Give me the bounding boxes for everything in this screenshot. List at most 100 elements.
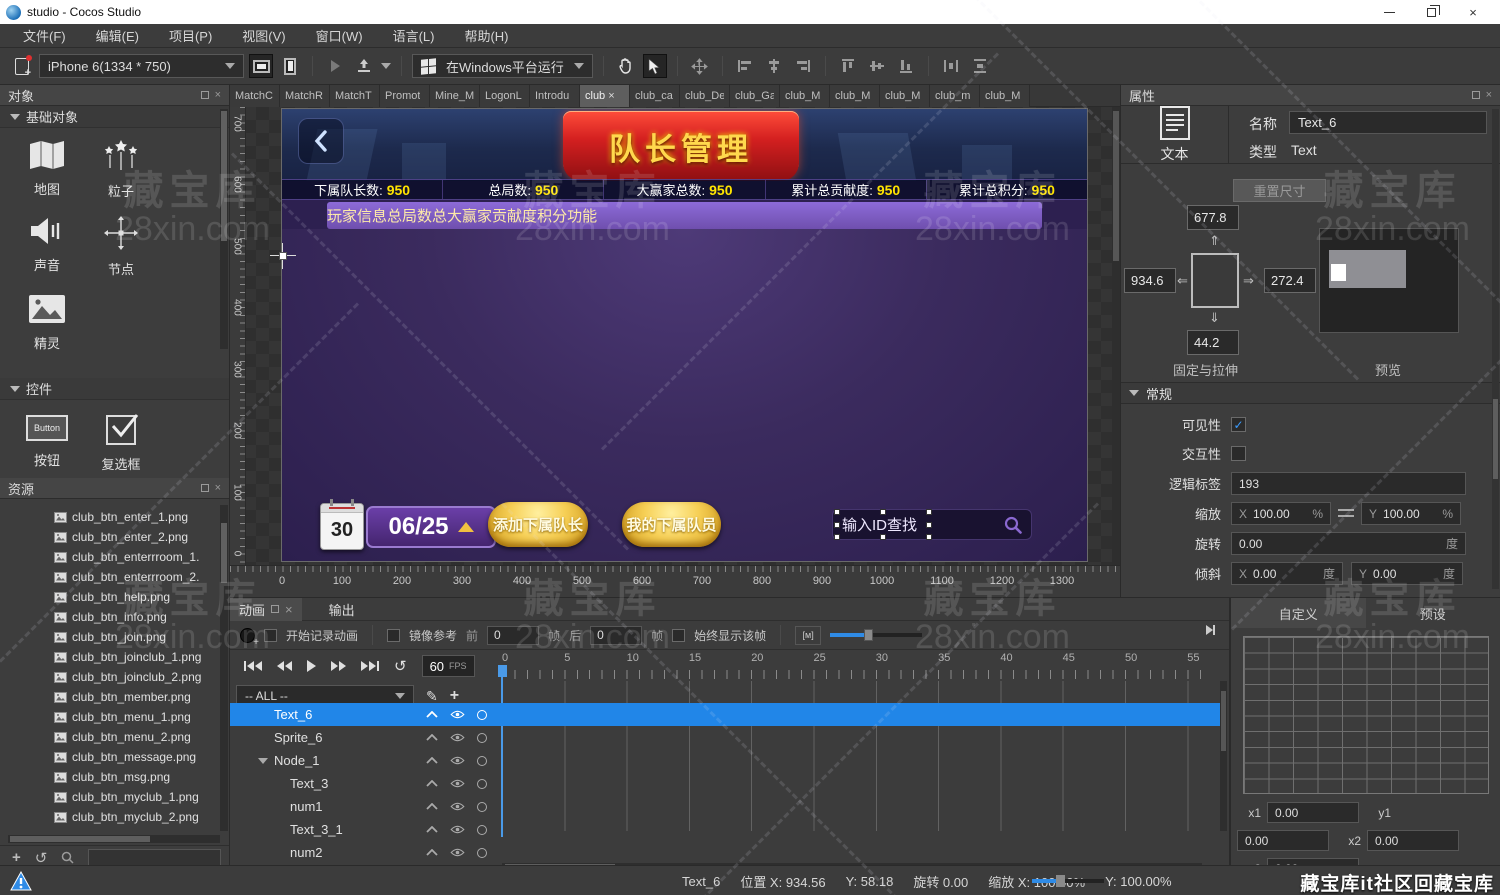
- menu-item[interactable]: 窗口(W): [301, 24, 378, 48]
- eye-icon[interactable]: [450, 779, 465, 788]
- frame-ruler[interactable]: 0510152025303540455055: [500, 651, 1216, 681]
- resource-item[interactable]: club_btn_joinclub_2.png: [0, 667, 229, 687]
- keyframe-toggle-icon[interactable]: [477, 710, 487, 720]
- new-scene-icon[interactable]: [10, 54, 34, 78]
- scale-tool-icon[interactable]: T: [688, 54, 712, 78]
- chevron-up-icon[interactable]: [426, 757, 438, 764]
- document-tab[interactable]: club_De: [680, 85, 730, 107]
- canvas-zoom-slider[interactable]: [1032, 879, 1104, 883]
- chevron-up-icon[interactable]: [426, 780, 438, 787]
- menu-item[interactable]: 视图(V): [227, 24, 300, 48]
- reset-size-button[interactable]: 重置尺寸: [1233, 179, 1326, 202]
- scale-x-input[interactable]: X100.00%: [1231, 502, 1331, 525]
- skew-x-input[interactable]: X0.00度: [1231, 562, 1343, 585]
- add-captain-button[interactable]: 添加下属队长: [488, 502, 588, 547]
- object-sprite[interactable]: 精灵: [10, 294, 84, 352]
- interactive-checkbox[interactable]: [1231, 446, 1246, 461]
- float-panel-icon[interactable]: [1472, 91, 1480, 99]
- timeline-scale-icon[interactable]: [ᴍ]: [795, 626, 821, 645]
- resource-item[interactable]: club_btn_myclub_1.png: [0, 787, 229, 807]
- resources-scrollbar[interactable]: [220, 505, 228, 831]
- resource-item[interactable]: club_btn_member.png: [0, 687, 229, 707]
- chevron-up-icon[interactable]: [426, 826, 438, 833]
- timeline-vscrollbar[interactable]: [1220, 681, 1227, 831]
- document-tab[interactable]: MatchC: [230, 85, 280, 107]
- object-button[interactable]: Button 按钮: [10, 415, 84, 473]
- close-panel-icon[interactable]: ×: [215, 482, 221, 494]
- close-panel-icon[interactable]: ×: [215, 89, 221, 101]
- anchor-left-input[interactable]: 934.6: [1124, 268, 1176, 293]
- eye-icon[interactable]: [450, 802, 465, 811]
- x1-input[interactable]: 0.00: [1267, 802, 1359, 823]
- distribute-h-icon[interactable]: [939, 54, 963, 78]
- keyframe-toggle-icon[interactable]: [477, 802, 487, 812]
- minimize-button[interactable]: [1368, 1, 1410, 23]
- keyframe-toggle-icon[interactable]: [477, 779, 487, 789]
- menu-item[interactable]: 语言(L): [378, 24, 450, 48]
- close-panel-icon[interactable]: ×: [1486, 89, 1492, 101]
- document-tab[interactable]: LogonL: [480, 85, 530, 107]
- frames-before-input[interactable]: 0: [487, 626, 539, 645]
- tab-output[interactable]: 输出: [320, 598, 364, 621]
- align-bottom-icon[interactable]: [894, 54, 918, 78]
- document-tab[interactable]: MatchT: [330, 85, 380, 107]
- chevron-up-icon[interactable]: [426, 711, 438, 718]
- resource-item[interactable]: club_btn_menu_2.png: [0, 727, 229, 747]
- document-tab[interactable]: club_Ga: [730, 85, 780, 107]
- keyframe-toggle-icon[interactable]: [477, 756, 487, 766]
- record-animation-checkbox[interactable]: [264, 629, 277, 642]
- eye-icon[interactable]: [450, 848, 465, 857]
- align-vcenter-icon[interactable]: [865, 54, 889, 78]
- portrait-orientation-button[interactable]: [278, 54, 302, 78]
- skew-y-input[interactable]: Y0.00度: [1351, 562, 1463, 585]
- warning-icon[interactable]: [10, 871, 32, 891]
- float-panel-icon[interactable]: [271, 605, 279, 613]
- resource-item[interactable]: club_btn_join.png: [0, 627, 229, 647]
- tab-animation[interactable]: 动画 ×: [230, 598, 302, 621]
- resource-item[interactable]: club_btn_info.png: [0, 607, 229, 627]
- eye-icon[interactable]: [450, 756, 465, 765]
- resource-item[interactable]: club_btn_joinclub_1.png: [0, 647, 229, 667]
- menu-item[interactable]: 帮助(H): [449, 24, 523, 48]
- x2-input[interactable]: 0.00: [1367, 830, 1459, 851]
- eye-icon[interactable]: [450, 710, 465, 719]
- y1-input[interactable]: 0.00: [1237, 830, 1329, 851]
- object-node[interactable]: 节点: [84, 216, 158, 278]
- document-tab[interactable]: club_M: [830, 85, 880, 107]
- landscape-orientation-button[interactable]: [249, 54, 273, 78]
- anchor-bottom-input[interactable]: 44.2: [1187, 330, 1239, 355]
- document-tab[interactable]: Promot: [380, 85, 430, 107]
- my-members-button[interactable]: 我的下属队员: [622, 502, 721, 547]
- resource-item[interactable]: club_btn_message.png: [0, 747, 229, 767]
- keyframe-toggle-icon[interactable]: [477, 825, 487, 835]
- close-button[interactable]: ×: [1452, 1, 1494, 23]
- distribute-v-icon[interactable]: [968, 54, 992, 78]
- restore-button[interactable]: [1410, 1, 1452, 23]
- chevron-up-icon[interactable]: [426, 734, 438, 741]
- object-sound[interactable]: 声音: [10, 216, 84, 278]
- play-button[interactable]: [323, 54, 347, 78]
- anchor-right-input[interactable]: 272.4: [1264, 268, 1316, 293]
- general-section-header[interactable]: 常规: [1121, 382, 1500, 404]
- edit-animation-icon[interactable]: ✎: [426, 688, 438, 705]
- prev-frame-icon[interactable]: [277, 661, 292, 671]
- resource-item[interactable]: club_btn_enter_2.png: [0, 527, 229, 547]
- tab-close-icon[interactable]: ×: [608, 90, 614, 102]
- loop-icon[interactable]: ↺: [394, 657, 407, 675]
- track-row-num1[interactable]: num1: [230, 795, 1220, 818]
- canvas-scrollbar[interactable]: [1112, 107, 1120, 565]
- track-row-node1[interactable]: Node_1: [230, 749, 1220, 772]
- back-button[interactable]: [298, 118, 344, 164]
- fps-input[interactable]: 60 FPS: [422, 655, 475, 677]
- document-tab[interactable]: club_ca: [630, 85, 680, 107]
- document-tab[interactable]: club_M: [980, 85, 1030, 107]
- track-row-text3-1[interactable]: Text_3_1: [230, 818, 1220, 841]
- anchor-top-input[interactable]: 677.8: [1187, 205, 1239, 230]
- document-tab[interactable]: Introdu: [530, 85, 580, 107]
- record-keyframe-icon[interactable]: [240, 628, 255, 643]
- publish-dropdown-icon[interactable]: [381, 63, 391, 69]
- publish-icon[interactable]: [352, 54, 376, 78]
- playhead[interactable]: [498, 665, 507, 677]
- resource-item[interactable]: club_btn_msg.png: [0, 767, 229, 787]
- resources-hscrollbar[interactable]: [8, 835, 220, 843]
